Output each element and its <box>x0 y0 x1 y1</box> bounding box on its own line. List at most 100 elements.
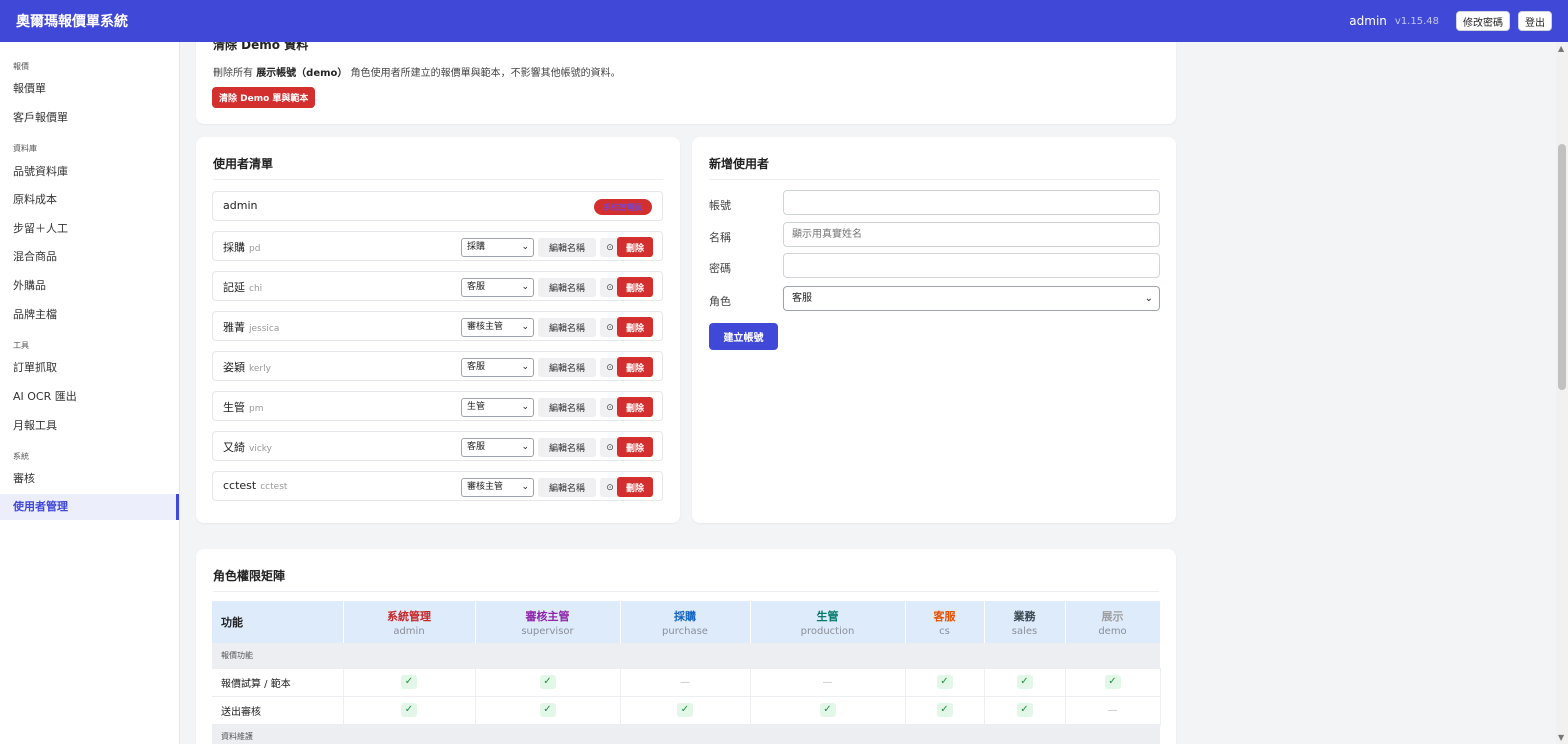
delete-user-button[interactable]: 刪除 <box>617 277 653 297</box>
role-key: sales <box>1011 625 1038 637</box>
nav-item-quotes[interactable]: 報價單 <box>0 76 179 102</box>
user-role-value: 採購 <box>467 242 486 252</box>
permission-cell: ✓ <box>475 668 621 697</box>
nav-item-user-management[interactable]: 使用者管理 <box>0 494 179 520</box>
edit-name-button[interactable]: 編輯名稱 <box>538 318 596 337</box>
divider <box>213 591 1159 592</box>
user-row: 採購 pd 採購 ⌄ 編輯名稱 ⊙ 刪除 <box>212 231 663 261</box>
delete-user-button[interactable]: 刪除 <box>617 477 653 497</box>
user-name: 生管 pm <box>223 399 263 415</box>
user-role-select[interactable]: 生管 ⌄ <box>461 398 534 417</box>
permission-cell: ✓ <box>620 696 751 725</box>
nav-item-customer-quotes[interactable]: 客戶報價單 <box>0 105 179 131</box>
nav-item-ai-ocr-export[interactable]: AI OCR 匯出 <box>0 384 179 410</box>
user-role-select[interactable]: 客服 ⌄ <box>461 358 534 377</box>
check-icon: ✓ <box>401 675 417 689</box>
app-version: v1.15.48 <box>1394 15 1439 27</box>
role-column-header: 展示 demo <box>1065 601 1161 643</box>
role-name: 業務 <box>1013 609 1036 623</box>
logout-button[interactable]: 登出 <box>1518 11 1552 31</box>
matrix-section-row: 資料維護 <box>212 724 1160 744</box>
role-name: 客服 <box>933 609 956 623</box>
nav-item-material-cost[interactable]: 原料成本 <box>0 187 179 213</box>
role-select[interactable]: 客服 ⌄ <box>783 286 1160 311</box>
delete-user-button[interactable]: 刪除 <box>617 237 653 257</box>
role-column-header: 採購 purchase <box>620 601 751 643</box>
nav-item-yield-labor[interactable]: 步留＋人工 <box>0 216 179 242</box>
user-row-admin: admin 系統管理員 <box>212 191 663 221</box>
user-list-card: 使用者清單 admin 系統管理員 採購 pd 採購 ⌄ 編輯名稱 ⊙ 刪除 記延 chi 客服 ⌄… <box>196 137 680 523</box>
edit-name-button[interactable]: 編輯名稱 <box>538 398 596 417</box>
permission-matrix-card: 角色權限矩陣 功能 系統管理 admin 審核主管 supervisor 採購 purch… <box>196 549 1176 744</box>
user-name: 姿穎 kerly <box>223 359 271 375</box>
user-role-value: 審核主管 <box>467 482 504 492</box>
current-user: admin <box>1349 14 1387 28</box>
delete-user-button[interactable]: 刪除 <box>617 397 653 417</box>
user-display-name: 姿穎 <box>223 361 245 374</box>
nav-section-system: 系統 <box>13 452 29 461</box>
chevron-down-icon: ⌄ <box>521 442 529 452</box>
scroll-down-icon[interactable]: ▼ <box>1558 733 1564 742</box>
permission-cell: ✓ <box>905 668 985 697</box>
nav-item-order-fetch[interactable]: 訂單抓取 <box>0 355 179 381</box>
role-column-header: 業務 sales <box>984 601 1066 643</box>
chevron-down-icon: ⌄ <box>521 362 529 372</box>
name-input[interactable]: 顯示用真實姓名 <box>783 222 1160 247</box>
create-account-button[interactable]: 建立帳號 <box>709 323 778 350</box>
user-row: 生管 pm 生管 ⌄ 編輯名稱 ⊙ 刪除 <box>212 391 663 421</box>
edit-name-button[interactable]: 編輯名稱 <box>538 238 596 257</box>
scroll-up-icon[interactable]: ▲ <box>1558 44 1564 53</box>
user-role-select[interactable]: 客服 ⌄ <box>461 438 534 457</box>
delete-user-button[interactable]: 刪除 <box>617 437 653 457</box>
edit-name-button[interactable]: 編輯名稱 <box>538 358 596 377</box>
role-label: 角色 <box>709 295 731 308</box>
topbar-right: admin v1.15.48 修改密碼 登出 <box>1349 11 1552 31</box>
nav-item-product-db[interactable]: 品號資料庫 <box>0 159 179 185</box>
nav-item-mixed-products[interactable]: 混合商品 <box>0 244 179 270</box>
user-row: cctest cctest 審核主管 ⌄ 編輯名稱 ⊙ 刪除 <box>212 471 663 501</box>
nav-item-monthly-report[interactable]: 月報工具 <box>0 413 179 439</box>
edit-name-button[interactable]: 編輯名稱 <box>538 478 596 497</box>
permission-cell: ✓ <box>984 696 1066 725</box>
edit-name-button[interactable]: 編輯名稱 <box>538 278 596 297</box>
divider <box>213 179 663 180</box>
matrix-title: 角色權限矩陣 <box>213 569 286 583</box>
permission-cell: — <box>1065 696 1161 725</box>
role-key: admin <box>393 625 425 637</box>
user-role-select[interactable]: 採購 ⌄ <box>461 238 534 257</box>
delete-user-button[interactable]: 刪除 <box>617 357 653 377</box>
user-name: 採購 pd <box>223 239 260 255</box>
scroll-thumb[interactable] <box>1558 144 1566 390</box>
nav-item-purchased-goods[interactable]: 外購品 <box>0 273 179 299</box>
user-display-name: 記延 <box>223 281 245 294</box>
nav-item-brand-master[interactable]: 品牌主檔 <box>0 302 179 328</box>
user-role-select[interactable]: 審核主管 ⌄ <box>461 478 534 497</box>
user-account: jessica <box>249 324 280 334</box>
account-input[interactable] <box>783 190 1160 215</box>
password-input[interactable] <box>783 253 1160 278</box>
permission-matrix-table: 功能 系統管理 admin 審核主管 supervisor 採購 purchase 生管 pr… <box>212 601 1161 744</box>
user-account: cctest <box>260 482 288 492</box>
user-account: kerly <box>249 364 271 374</box>
top-bar: 奧爾瑪報價單系統 admin v1.15.48 修改密碼 登出 <box>0 0 1568 42</box>
user-role-select[interactable]: 審核主管 ⌄ <box>461 318 534 337</box>
role-name: 審核主管 <box>525 609 570 623</box>
new-user-title: 新增使用者 <box>709 157 770 171</box>
user-row: 記延 chi 客服 ⌄ 編輯名稱 ⊙ 刪除 <box>212 271 663 301</box>
role-column-header: 審核主管 supervisor <box>475 601 621 643</box>
user-account: pm <box>249 404 264 414</box>
nav-item-review[interactable]: 審核 <box>0 466 179 492</box>
permission-cell: — <box>620 668 751 697</box>
role-key: cs <box>939 625 950 637</box>
chevron-down-icon: ⌄ <box>1144 293 1153 304</box>
check-icon: ✓ <box>677 703 693 717</box>
user-row: 姿穎 kerly 客服 ⌄ 編輯名稱 ⊙ 刪除 <box>212 351 663 381</box>
delete-user-button[interactable]: 刪除 <box>617 317 653 337</box>
user-display-name: 又綺 <box>223 441 245 454</box>
role-name: 展示 <box>1101 609 1124 623</box>
user-role-select[interactable]: 客服 ⌄ <box>461 278 534 297</box>
edit-name-button[interactable]: 編輯名稱 <box>538 438 596 457</box>
page-scrollbar[interactable]: ▲ ▼ <box>1556 42 1568 744</box>
change-password-button[interactable]: 修改密碼 <box>1456 11 1510 31</box>
clear-demo-button[interactable]: 清除 Demo 單與範本 <box>212 87 316 108</box>
